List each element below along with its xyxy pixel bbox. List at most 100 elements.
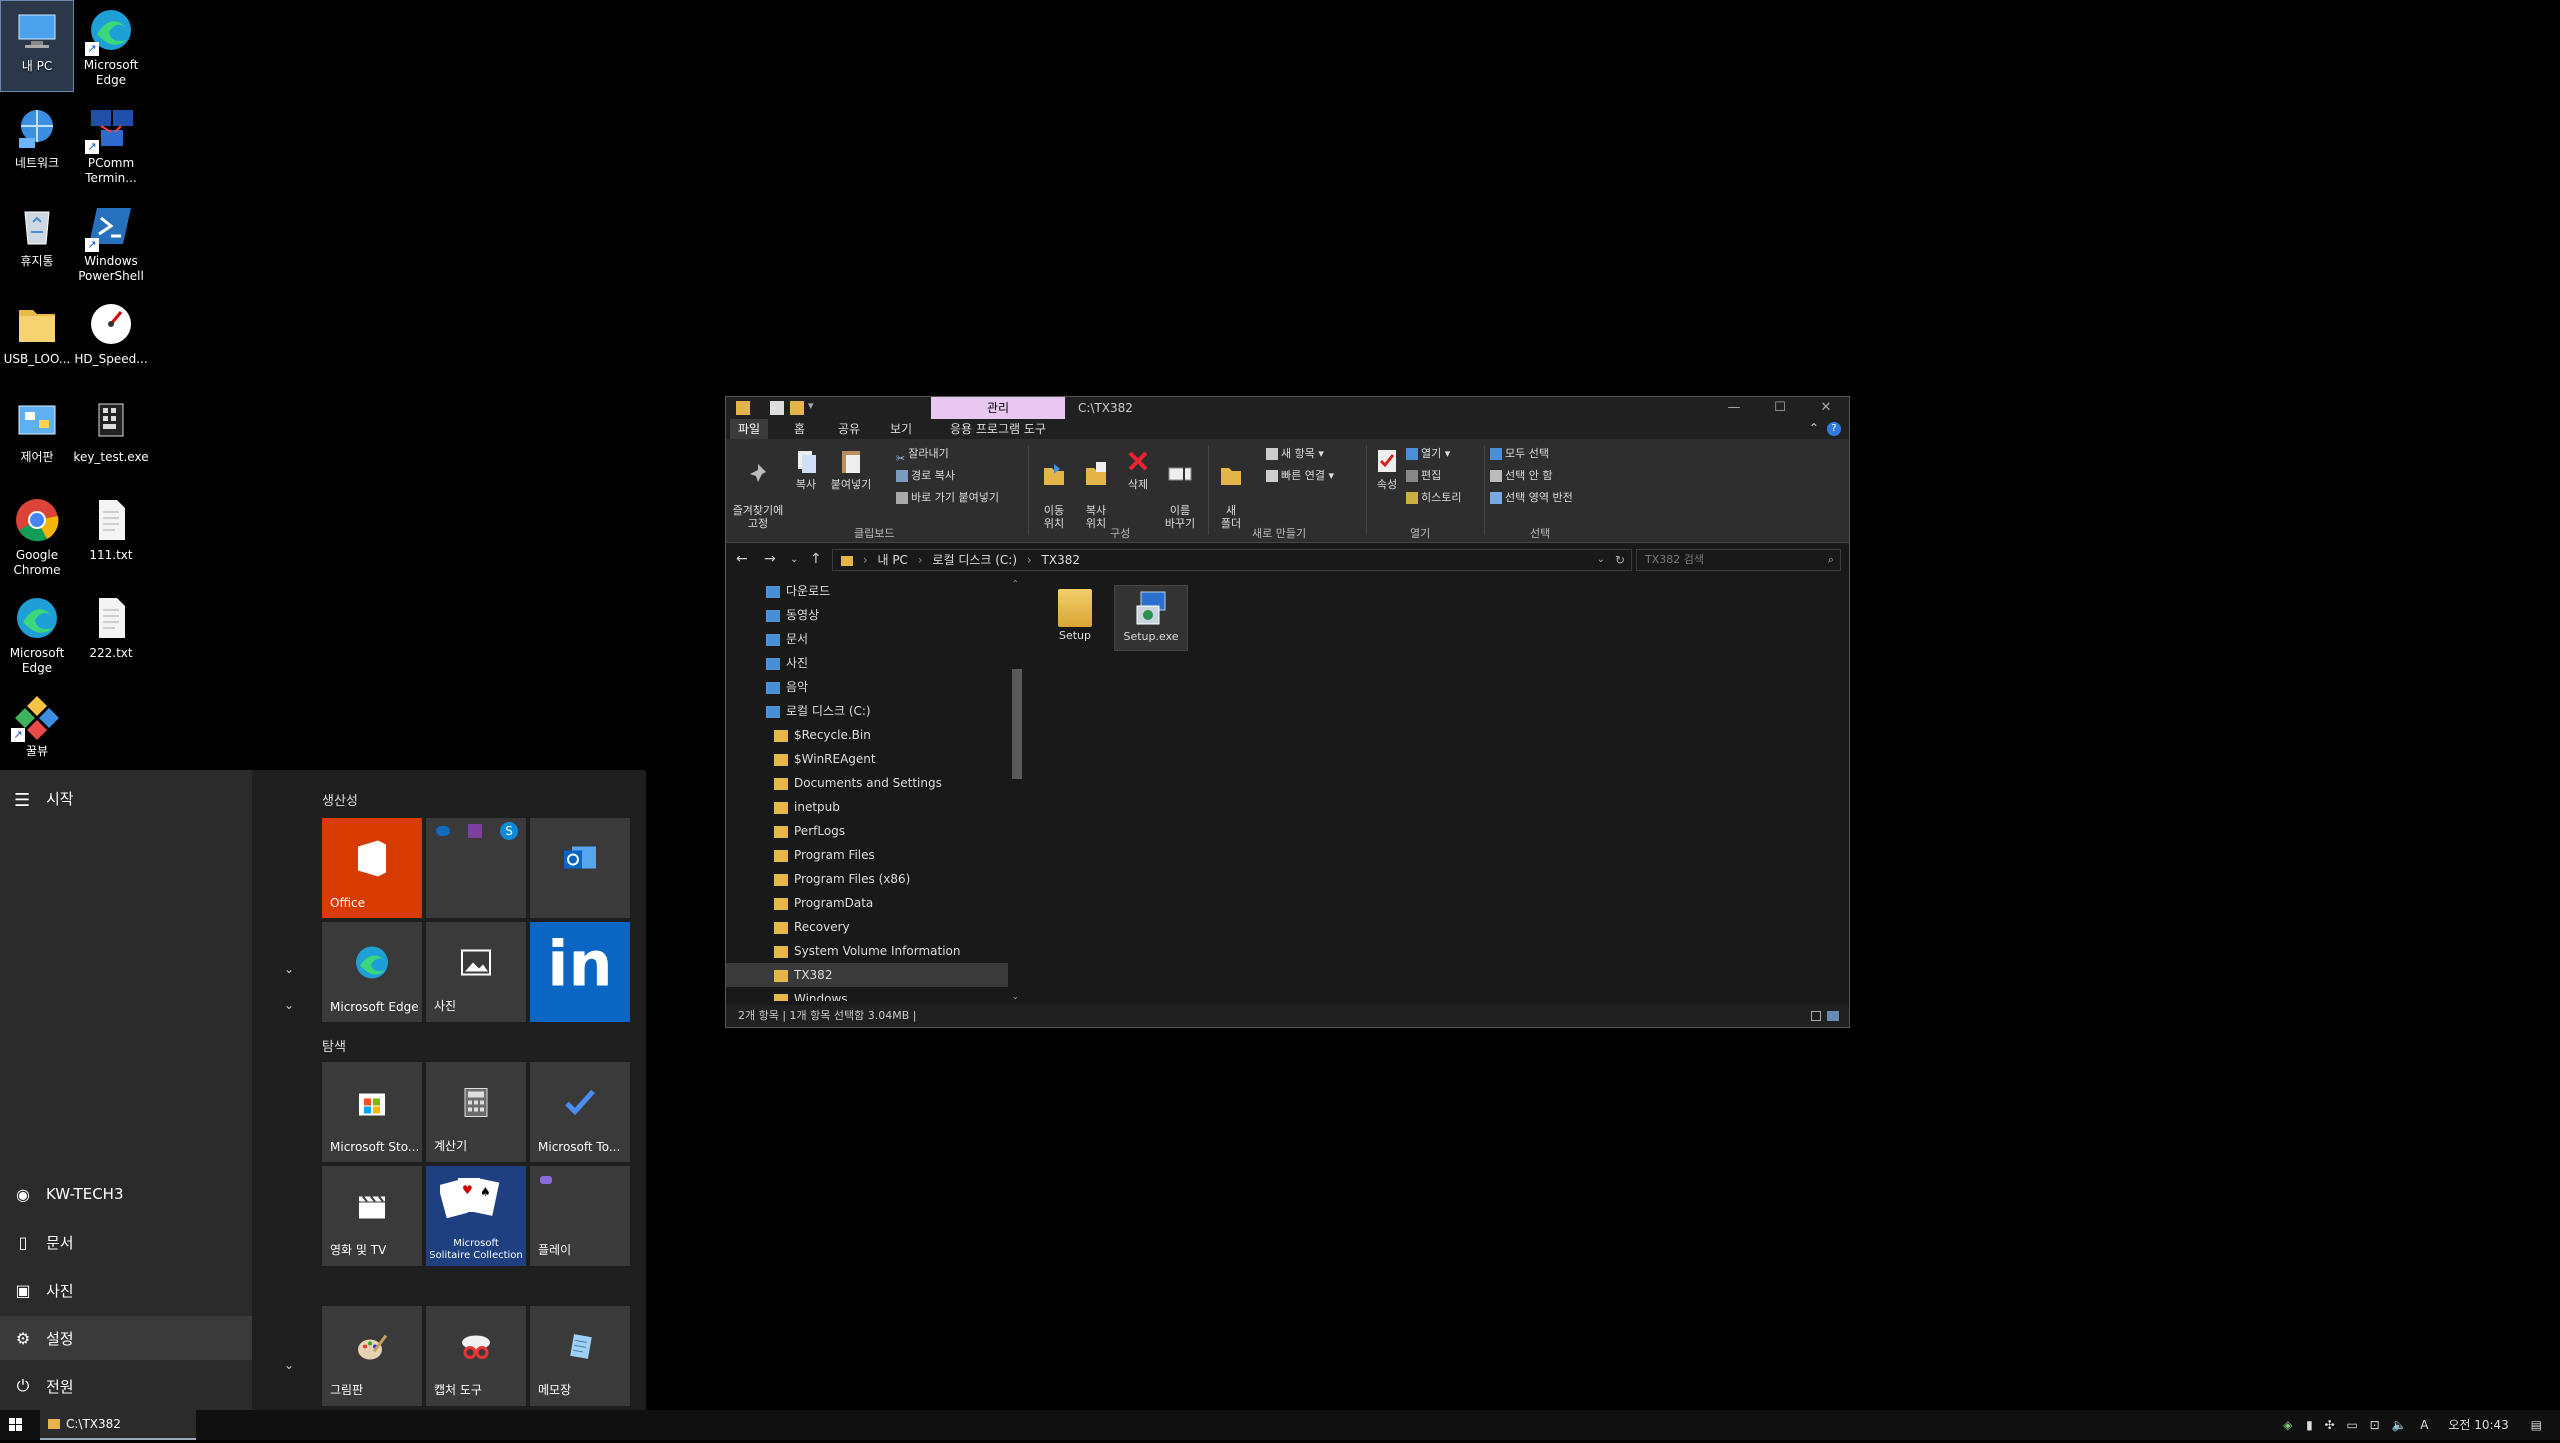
tile-calculator[interactable]: 계산기 <box>426 1062 526 1162</box>
cut-button[interactable]: ✂ 잘라내기 <box>896 443 949 465</box>
tree-item[interactable]: 문서 <box>726 627 1008 651</box>
new-item-button[interactable]: 새 항목 ▾ <box>1266 443 1324 465</box>
tab-view[interactable]: 보기 <box>882 419 920 439</box>
clock[interactable]: 오전 10:43 <box>2448 1418 2508 1432</box>
tree-item[interactable]: ProgramData <box>726 891 1008 915</box>
start-nav-user[interactable]: ◉ KW-TECH3 <box>0 1172 252 1216</box>
tile-snipping-tool[interactable]: 캡처 도구 <box>426 1306 526 1406</box>
open-button[interactable]: 열기 ▾ <box>1406 443 1450 465</box>
network-tray-icon[interactable]: ✣ <box>2325 1418 2335 1432</box>
desktop-icon-hd-speed[interactable]: HD_Speed... <box>74 294 148 386</box>
manage-context-tab[interactable]: 관리 <box>931 397 1065 419</box>
scroll-down-icon[interactable]: ⌄ <box>1012 992 1019 1001</box>
display-icon[interactable]: ▭ <box>2346 1418 2357 1432</box>
usb-device-icon[interactable]: ▮ <box>2306 1418 2313 1432</box>
start-button[interactable] <box>0 1410 32 1440</box>
tile-outlook[interactable] <box>530 818 630 918</box>
tile-store[interactable]: Microsoft Sto... <box>322 1062 422 1162</box>
tray-app-icon[interactable]: ◈ <box>2283 1418 2292 1432</box>
tile-solitaire[interactable]: ♥ ♠ Microsoft Solitaire Collection <box>426 1166 526 1266</box>
chevron-down-icon[interactable]: ⌄ <box>284 1358 294 1372</box>
desktop-icon-chrome[interactable]: Google Chrome <box>0 490 74 582</box>
large-icons-view-icon[interactable] <box>1827 1011 1839 1021</box>
desktop-icon-edge[interactable]: Microsoft Edge <box>74 0 148 92</box>
delete-button[interactable]: 삭제 <box>1120 447 1156 491</box>
paste-button[interactable]: 붙여넣기 <box>826 447 876 491</box>
tree-item[interactable]: TX382 <box>726 963 1008 987</box>
quick-access-dropdown-icon[interactable]: ▾ <box>808 399 814 412</box>
tree-item[interactable]: 사진 <box>726 651 1008 675</box>
ribbon-collapse-icon[interactable]: ⌃ <box>1809 421 1819 435</box>
help-icon[interactable]: ? <box>1827 422 1841 436</box>
minimize-icon[interactable]: — <box>1711 397 1757 419</box>
ime-indicator[interactable]: A <box>2420 1418 2428 1432</box>
desktop-icon-powershell[interactable]: Windows PowerShell <box>74 196 148 288</box>
rename-button[interactable]: 이름 바꾸기 <box>1158 447 1202 530</box>
tile-todo[interactable]: Microsoft To... <box>530 1062 630 1162</box>
copy-to-button[interactable]: 복사 위치 <box>1076 447 1116 530</box>
tree-item[interactable]: System Volume Information <box>726 939 1008 963</box>
desktop-icon-pcomm[interactable]: PComm Termin... <box>74 98 148 190</box>
back-icon[interactable]: ← <box>736 551 748 567</box>
breadcrumb-tx382[interactable]: TX382 <box>1042 553 1080 567</box>
scroll-up-icon[interactable]: ⌃ <box>1012 579 1019 588</box>
file-item-setup-exe[interactable]: Setup.exe <box>1114 585 1188 651</box>
address-bar[interactable]: › 내 PC › 로컬 디스크 (C:) › TX382 ⌄ ↻ <box>832 549 1632 571</box>
wired-network-icon[interactable]: ⊡ <box>2370 1418 2380 1432</box>
paste-shortcut-button[interactable]: 바로 가기 붙여넣기 <box>896 487 999 509</box>
start-nav-pictures[interactable]: ▣ 사진 <box>0 1268 252 1312</box>
breadcrumb-local-disk[interactable]: 로컬 디스크 (C:) <box>932 553 1017 567</box>
new-folder-button[interactable]: 새 폴더 <box>1214 447 1248 530</box>
tab-home[interactable]: 홈 <box>786 419 813 439</box>
chevron-down-icon[interactable]: ⌄ <box>284 962 294 976</box>
forward-icon[interactable]: → <box>764 551 776 567</box>
tile-office[interactable]: Office <box>322 818 422 918</box>
pin-quick-access-button[interactable]: 즐겨찾기에 고정 <box>732 447 784 530</box>
tree-item[interactable]: $Recycle.Bin <box>726 723 1008 747</box>
tile-movies-tv[interactable]: 영화 및 TV <box>322 1166 422 1266</box>
tile-play[interactable]: 플레이 <box>530 1166 630 1266</box>
history-button[interactable]: 히스토리 <box>1406 487 1461 509</box>
tree-item[interactable]: Windows <box>726 987 1008 1001</box>
tile-photos[interactable]: 사진 <box>426 922 526 1022</box>
desktop-icon-honeyview[interactable]: 꿀뷰 <box>0 686 74 778</box>
address-dropdown-icon[interactable]: ⌄ <box>1597 550 1605 570</box>
breadcrumb-this-pc[interactable]: 내 PC <box>877 553 907 567</box>
tree-item[interactable]: Documents and Settings <box>726 771 1008 795</box>
tile-paint[interactable]: 그림판 <box>322 1306 422 1406</box>
copy-path-button[interactable]: 경로 복사 <box>896 465 955 487</box>
easy-access-button[interactable]: 빠른 연결 ▾ <box>1266 465 1334 487</box>
tree-item[interactable]: 로컬 디스크 (C:) <box>726 699 1008 723</box>
tile-notepad[interactable]: 메모장 <box>530 1306 630 1406</box>
tree-item[interactable]: 음악 <box>726 675 1008 699</box>
tree-item[interactable]: $WinREAgent <box>726 747 1008 771</box>
move-to-button[interactable]: 이동 위치 <box>1034 447 1074 530</box>
scroll-thumb[interactable] <box>1012 669 1022 779</box>
copy-button[interactable]: 복사 <box>786 447 826 491</box>
tile-linkedin[interactable]: in <box>530 922 630 1022</box>
desktop-icon-recycle-bin[interactable]: 휴지통 <box>0 196 74 288</box>
new-folder-quick-icon[interactable] <box>790 401 804 415</box>
notification-icon[interactable]: ▤ <box>2531 1418 2542 1432</box>
taskbar-file-explorer[interactable]: C:\TX382 <box>40 1410 196 1440</box>
tile-office-apps-group[interactable]: S <box>426 818 526 918</box>
start-nav-power[interactable]: ⏻ 전원 <box>0 1364 252 1408</box>
tree-item[interactable]: PerfLogs <box>726 819 1008 843</box>
edit-button[interactable]: 편집 <box>1406 465 1441 487</box>
select-all-button[interactable]: 모두 선택 <box>1490 443 1549 465</box>
navigation-scrollbar[interactable]: ⌃ ⌄ <box>1010 579 1024 1001</box>
desktop-icon-key-test[interactable]: key_test.exe <box>73 392 149 484</box>
tab-application-tools[interactable]: 응용 프로그램 도구 <box>942 419 1054 439</box>
desktop-icon-network[interactable]: 네트워크 <box>0 98 74 190</box>
desktop-icon-111-txt[interactable]: 111.txt <box>74 490 148 582</box>
search-box[interactable]: TX382 검색 ⌕ <box>1636 549 1841 571</box>
chevron-down-icon[interactable]: ⌄ <box>284 998 294 1012</box>
desktop-icon-this-pc[interactable]: 내 PC <box>0 0 74 92</box>
tree-item[interactable]: 다운로드 <box>726 579 1008 603</box>
start-nav-settings[interactable]: ⚙ 설정 <box>0 1316 252 1360</box>
file-item-setup-folder[interactable]: Setup <box>1038 585 1112 651</box>
desktop-icon-control-panel[interactable]: 제어판 <box>0 392 74 484</box>
tree-item[interactable]: inetpub <box>726 795 1008 819</box>
invert-selection-button[interactable]: 선택 영역 반전 <box>1490 487 1573 509</box>
desktop-icon-usb-folder[interactable]: USB_LOO... <box>0 294 74 386</box>
